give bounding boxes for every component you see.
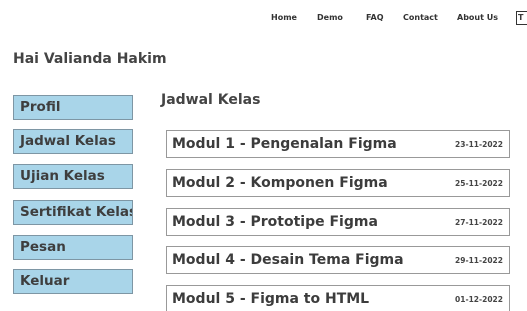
module-card-5[interactable]: Modul 5 - Figma to HTML 01-12-2022 xyxy=(166,285,510,311)
module-date: 29-11-2022 xyxy=(455,256,503,265)
module-date: 27-11-2022 xyxy=(455,218,503,227)
sidebar-item-keluar[interactable]: Keluar xyxy=(13,269,133,294)
module-card-2[interactable]: Modul 2 - Komponen Figma 25-11-2022 xyxy=(166,169,510,197)
module-card-3[interactable]: Modul 3 - Prototipe Figma 27-11-2022 xyxy=(166,208,510,236)
greeting-text: Hai Valianda Hakim xyxy=(13,51,167,67)
page-title: Jadwal Kelas xyxy=(161,92,261,108)
sidebar-item-sertifikat-kelas[interactable]: Sertifikat Kelas xyxy=(13,200,133,225)
nav-extra-link[interactable]: T xyxy=(516,11,527,25)
module-title: Modul 1 - Pengenalan Figma xyxy=(172,136,397,152)
nav-about-us-link[interactable]: About Us xyxy=(457,13,498,22)
module-card-4[interactable]: Modul 4 - Desain Tema Figma 29-11-2022 xyxy=(166,246,510,274)
nav-faq-link[interactable]: FAQ xyxy=(366,13,384,22)
module-date: 23-11-2022 xyxy=(455,140,503,149)
module-title: Modul 5 - Figma to HTML xyxy=(172,291,370,307)
module-card-1[interactable]: Modul 1 - Pengenalan Figma 23-11-2022 xyxy=(166,130,510,158)
sidebar-item-profil[interactable]: Profil xyxy=(13,95,133,120)
sidebar-item-pesan[interactable]: Pesan xyxy=(13,235,133,260)
module-title: Modul 4 - Desain Tema Figma xyxy=(172,252,404,268)
sidebar-item-jadwal-kelas[interactable]: Jadwal Kelas xyxy=(13,129,133,154)
top-nav: Home Demo FAQ Contact About Us T xyxy=(0,10,527,28)
nav-contact-link[interactable]: Contact xyxy=(403,13,438,22)
module-date: 25-11-2022 xyxy=(455,179,503,188)
module-date: 01-12-2022 xyxy=(455,295,503,304)
sidebar-item-ujian-kelas[interactable]: Ujian Kelas xyxy=(13,164,133,189)
module-title: Modul 3 - Prototipe Figma xyxy=(172,214,378,230)
nav-home-link[interactable]: Home xyxy=(271,13,297,22)
nav-demo-link[interactable]: Demo xyxy=(317,13,343,22)
module-title: Modul 2 - Komponen Figma xyxy=(172,175,388,191)
